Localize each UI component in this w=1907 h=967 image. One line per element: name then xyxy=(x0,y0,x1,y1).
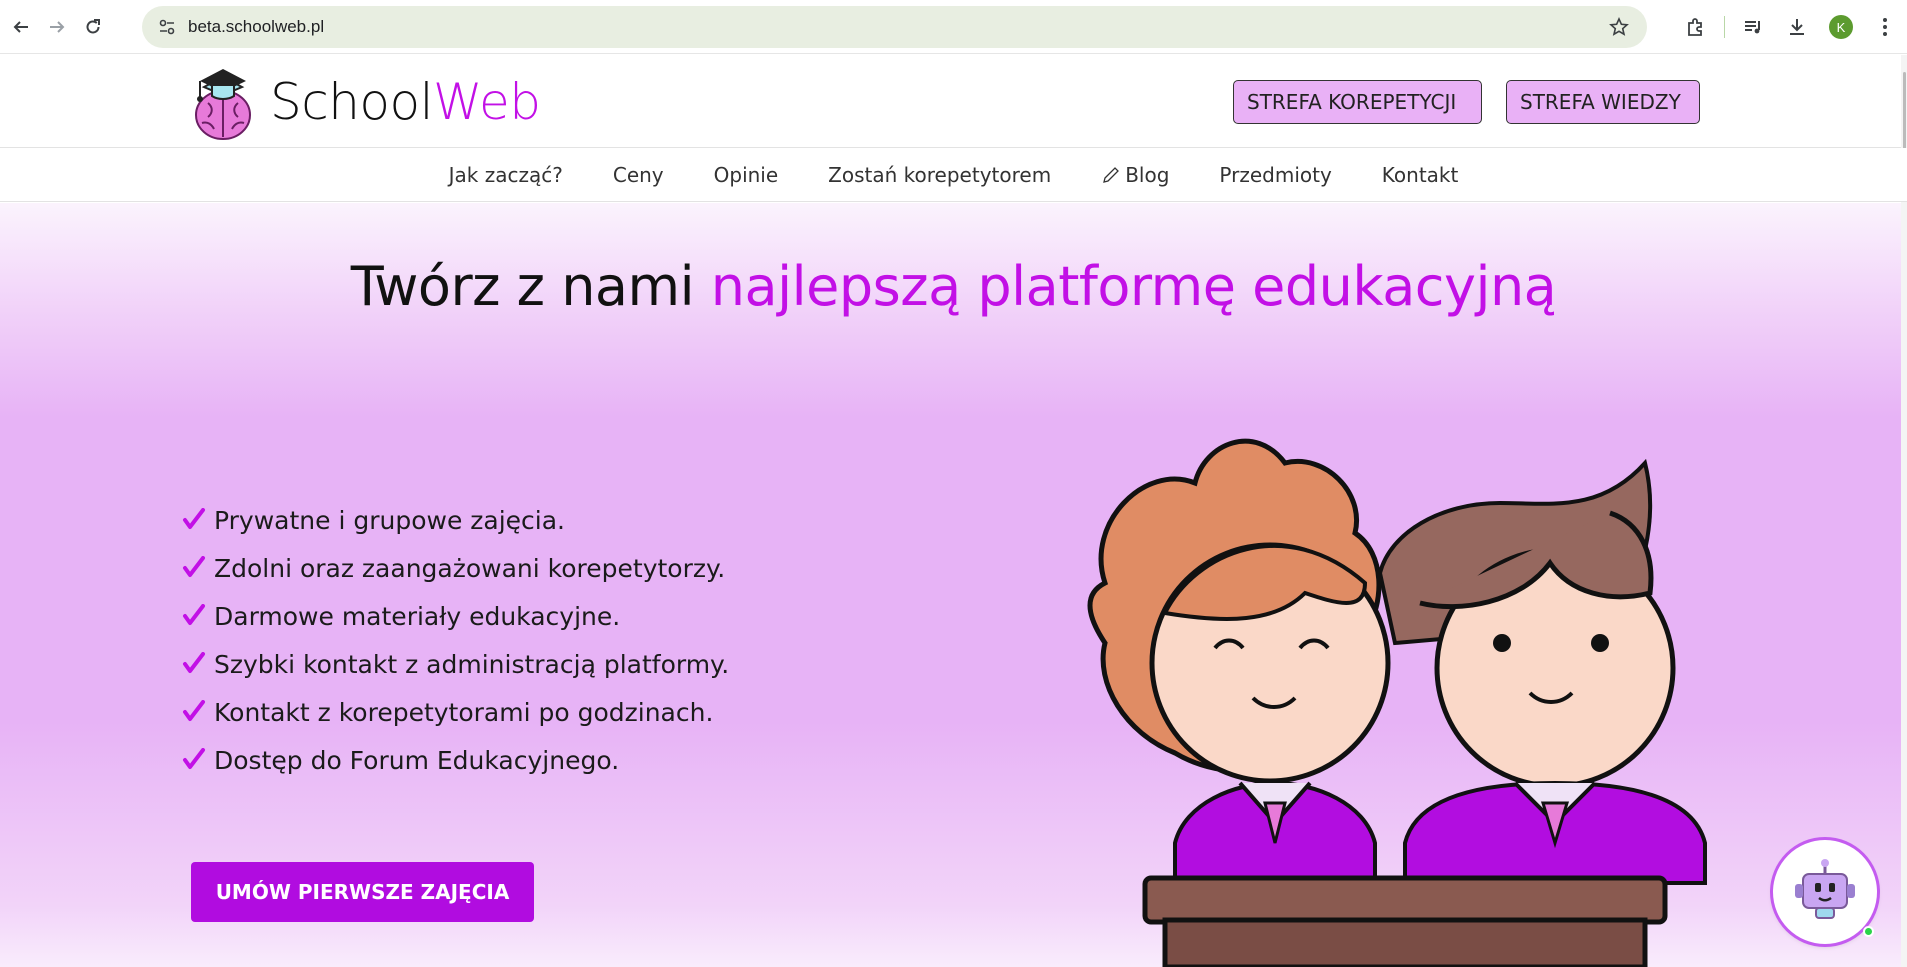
list-item: Zdolni oraz zaangażowani korepetytorzy. xyxy=(180,544,729,592)
logo-part-web: Web xyxy=(433,73,541,131)
brain-graduation-cap-logo xyxy=(195,69,251,140)
star-icon[interactable] xyxy=(1607,15,1631,39)
hero-title-part1: Twórz z nami xyxy=(350,255,711,318)
page-scrollbar-thumb[interactable] xyxy=(1903,72,1906,152)
feature-text: Zdolni oraz zaangażowani korepetytorzy. xyxy=(214,553,726,583)
arrow-right-icon xyxy=(50,20,65,33)
checkmark-icon xyxy=(180,746,208,774)
zone-knowledge-button[interactable]: STREFA WIEDZY xyxy=(1506,80,1700,124)
url-text[interactable]: beta.schoolweb.pl xyxy=(188,17,324,37)
pencil-icon xyxy=(1103,166,1120,183)
chatbot-button[interactable] xyxy=(1773,840,1877,944)
checkmark-icon xyxy=(180,650,208,678)
feature-text: Dostęp do Forum Edukacyjnego. xyxy=(214,745,620,775)
list-item: Szybki kontakt z administracją platformy… xyxy=(180,640,729,688)
tune-icon[interactable] xyxy=(154,14,180,40)
feature-text: Szybki kontakt z administracją platformy… xyxy=(214,649,730,679)
list-item: Kontakt z korepetytorami po godzinach. xyxy=(180,688,729,736)
list-item: Darmowe materiały edukacyjne. xyxy=(180,592,729,640)
nav-item-prices[interactable]: Ceny xyxy=(613,163,664,187)
nav-item-contact[interactable]: Kontakt xyxy=(1382,163,1459,187)
list-item: Dostęp do Forum Edukacyjnego. xyxy=(180,736,729,784)
hero-title-accent: najlepszą platformę edukacyjną xyxy=(710,255,1557,318)
reload-button[interactable] xyxy=(78,12,108,42)
site-logo[interactable]: SchoolWeb xyxy=(188,63,541,141)
nav-item-blog-label: Blog xyxy=(1125,162,1170,187)
kebab-menu-icon[interactable] xyxy=(1863,5,1907,49)
online-status-dot xyxy=(1863,926,1874,937)
checkmark-icon xyxy=(180,698,208,726)
students-illustration xyxy=(1087,438,1707,967)
avatar: K xyxy=(1829,15,1853,39)
hero-title: Twórz z nami najlepszą platformę edukacy… xyxy=(0,255,1901,318)
logo-part-school: School xyxy=(270,73,434,131)
feature-text: Kontakt z korepetytorami po godzinach. xyxy=(214,697,714,727)
back-button[interactable] xyxy=(6,12,36,42)
puzzle-icon[interactable] xyxy=(1674,5,1718,49)
profile-button[interactable]: K xyxy=(1819,5,1863,49)
main-nav: Jak zacząć? Ceny Opinie Zostań korepetyt… xyxy=(0,148,1907,202)
checkmark-icon xyxy=(180,554,208,582)
nav-item-become-tutor[interactable]: Zostań korepetytorem xyxy=(828,163,1051,187)
reload-icon xyxy=(86,18,100,33)
zone-tutoring-button[interactable]: STREFA KOREPETYCJI xyxy=(1233,80,1482,124)
list-item: Prywatne i grupowe zajęcia. xyxy=(180,496,729,544)
nav-item-reviews[interactable]: Opinie xyxy=(714,163,779,187)
address-bar[interactable]: beta.schoolweb.pl xyxy=(142,6,1647,48)
feature-list: Prywatne i grupowe zajęcia. Zdolni oraz … xyxy=(180,496,729,784)
browser-actions: K xyxy=(1674,0,1907,54)
robot-icon xyxy=(1795,859,1855,919)
logo-wordmark: SchoolWeb xyxy=(270,73,541,131)
hero-section: Twórz z nami najlepszą platformę edukacy… xyxy=(0,203,1901,967)
site-header: SchoolWeb STREFA KOREPETYCJI STREFA WIED… xyxy=(0,55,1907,148)
feature-text: Darmowe materiały edukacyjne. xyxy=(214,601,621,631)
browser-toolbar: beta.schoolweb.pl K xyxy=(0,0,1907,54)
forward-button[interactable] xyxy=(42,12,72,42)
book-first-lesson-button[interactable]: UMÓW PIERWSZE ZAJĘCIA xyxy=(191,862,534,922)
nav-item-blog[interactable]: Blog xyxy=(1101,163,1169,187)
nav-item-getting-started[interactable]: Jak zacząć? xyxy=(449,163,563,187)
download-icon[interactable] xyxy=(1775,5,1819,49)
media-control-icon[interactable] xyxy=(1731,5,1775,49)
checkmark-icon xyxy=(180,602,208,630)
checkmark-icon xyxy=(180,506,208,534)
toolbar-divider xyxy=(1724,16,1725,38)
nav-item-subjects[interactable]: Przedmioty xyxy=(1219,163,1331,187)
feature-text: Prywatne i grupowe zajęcia. xyxy=(214,505,566,535)
arrow-left-icon xyxy=(13,20,28,33)
